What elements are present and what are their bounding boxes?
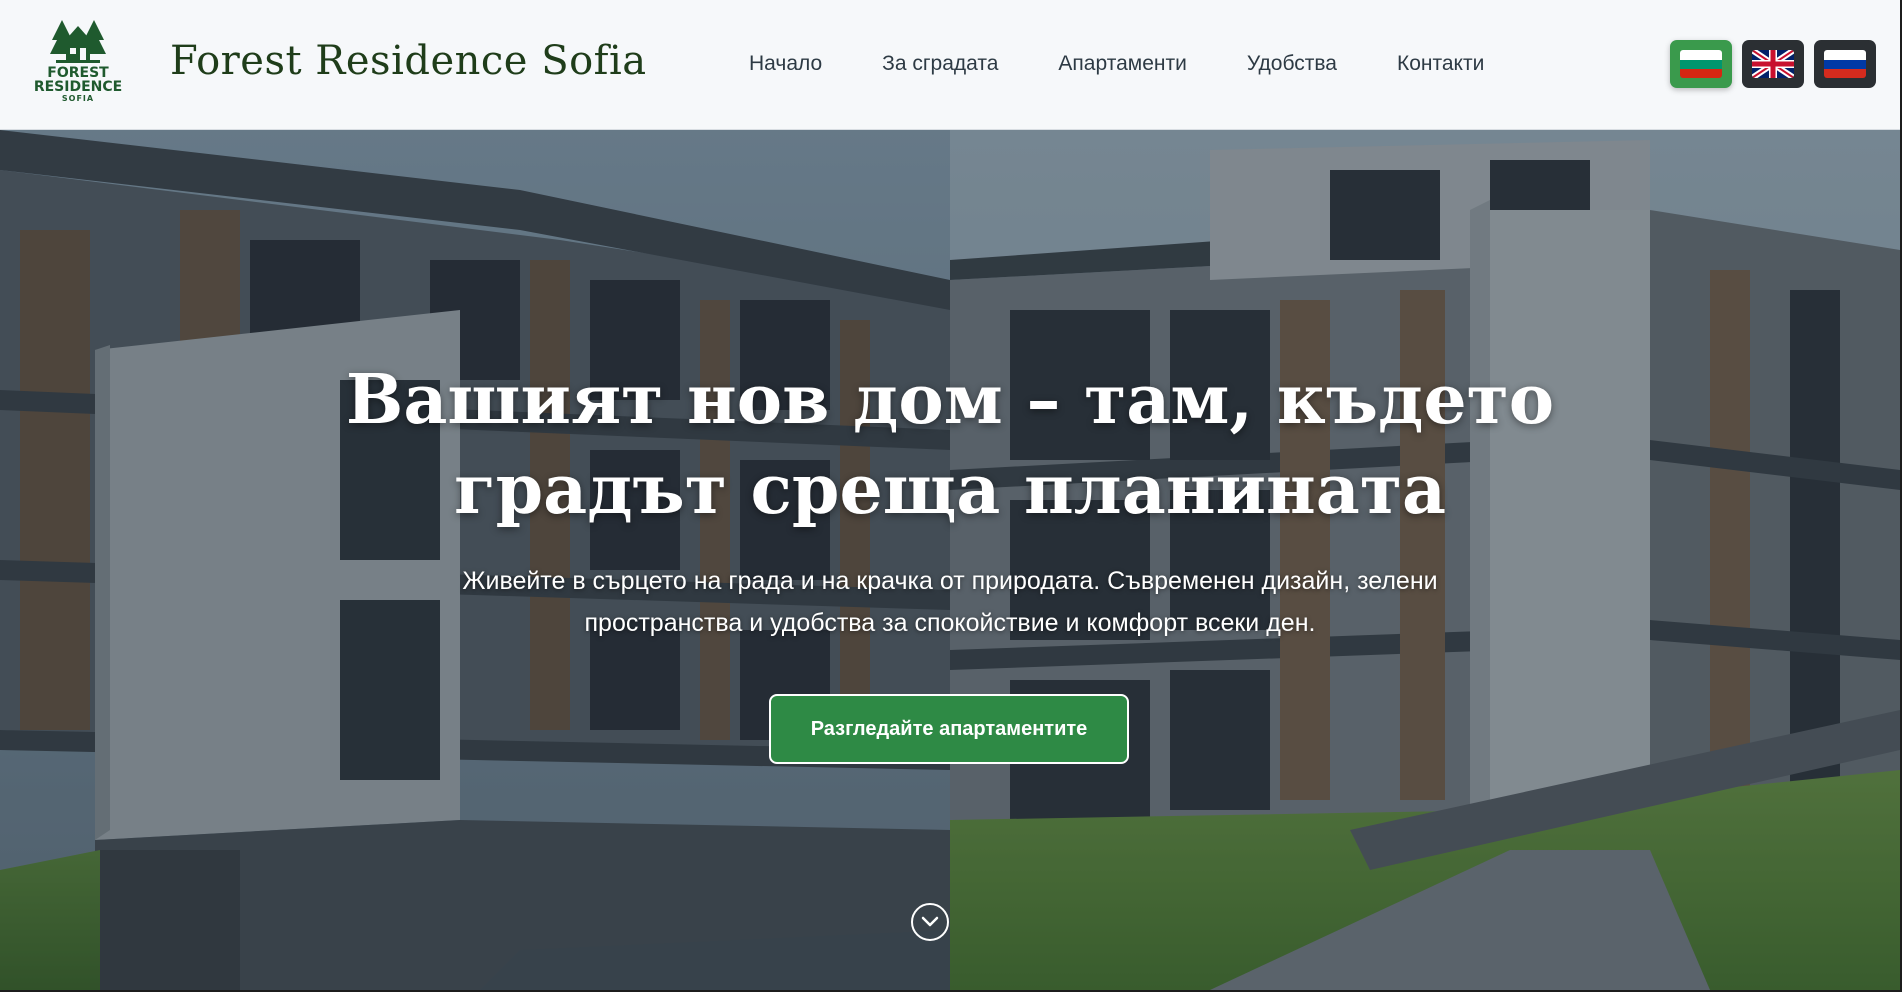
hero-title-line-1: Вашият нов дом – там, където	[345, 360, 1555, 440]
logo-text-residence: RESIDENCE	[33, 79, 123, 95]
language-switcher	[1670, 40, 1876, 88]
hero-subtitle: Живейте в сърцето на града и на крачка о…	[380, 560, 1520, 644]
uk-flag-icon	[1752, 50, 1794, 78]
bulgaria-flag-icon	[1680, 50, 1722, 78]
chevron-down-icon	[921, 916, 939, 927]
language-button-bg[interactable]	[1670, 40, 1732, 88]
hero-title: Вашият нов дом – там, където градът срещ…	[250, 355, 1650, 535]
nav-item-amenities[interactable]: Удобства	[1247, 52, 1337, 76]
language-button-ru[interactable]	[1814, 40, 1876, 88]
site-header: FOREST RESIDENCE SOFIA Forest Residence …	[0, 0, 1900, 130]
brand-name[interactable]: Forest Residence Sofia	[170, 38, 647, 84]
nav-item-home[interactable]: Начало	[749, 52, 822, 76]
view-apartments-button[interactable]: Разгледайте апартаментите	[769, 694, 1129, 764]
logo-text-sofia: SOFIA	[61, 94, 95, 103]
forest-house-icon	[50, 20, 106, 63]
nav-item-about-building[interactable]: За сградата	[882, 52, 998, 76]
page: FOREST RESIDENCE SOFIA Forest Residence …	[0, 0, 1900, 990]
nav-item-apartments[interactable]: Апартаменти	[1058, 52, 1186, 76]
hero-title-line-2: градът среща планината	[453, 450, 1447, 530]
nav-item-contacts[interactable]: Контакти	[1397, 52, 1484, 76]
russia-flag-icon	[1824, 50, 1866, 78]
logo-text-forest: FOREST	[47, 65, 109, 81]
main-nav: Начало За сградата Апартаменти Удобства …	[749, 52, 1484, 76]
scroll-down-button[interactable]	[911, 903, 949, 941]
hero-subtitle-line-1: Живейте в сърцето на града и на крачка о…	[462, 567, 1438, 595]
hero-section: Вашият нов дом – там, където градът срещ…	[0, 130, 1900, 990]
language-button-en[interactable]	[1742, 40, 1804, 88]
site-logo[interactable]: FOREST RESIDENCE SOFIA	[30, 18, 126, 110]
hero-subtitle-line-2: пространства и удобства за спокойствие и…	[584, 609, 1316, 637]
